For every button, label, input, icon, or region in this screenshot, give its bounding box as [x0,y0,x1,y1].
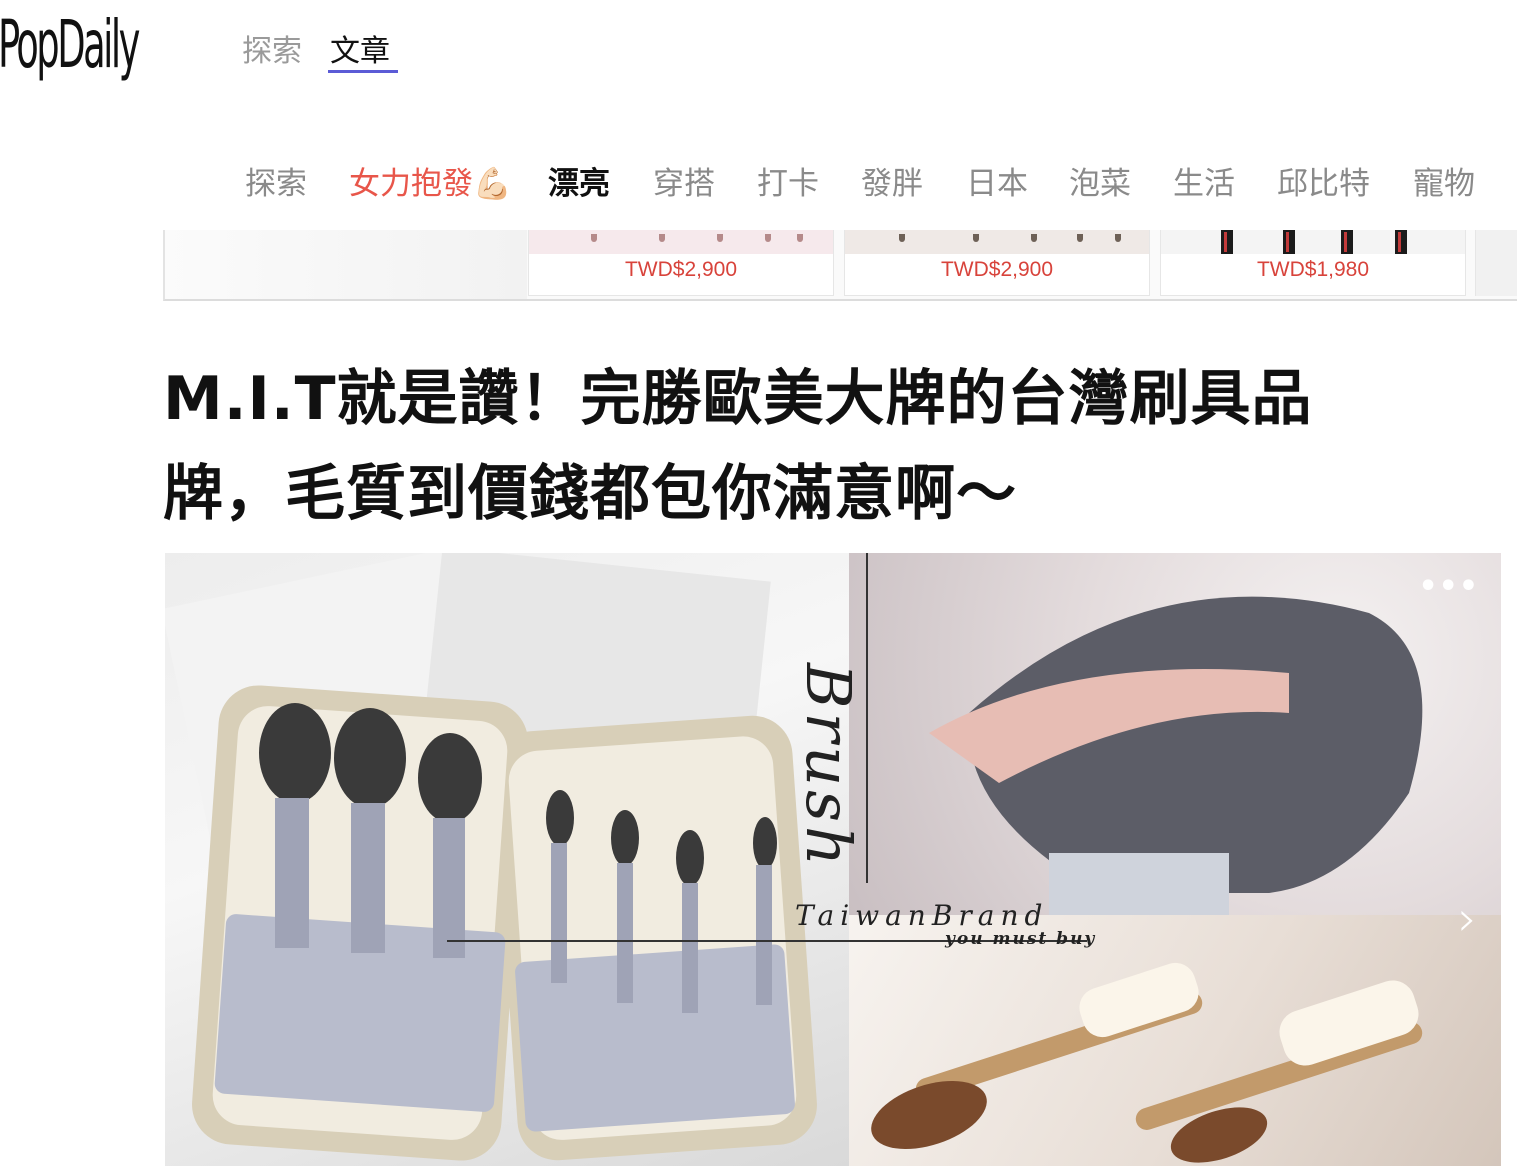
product-strip: TWD$2,900 TWD$2,900 TWD$1,980 [163,230,1517,301]
category-pets[interactable]: 寵物 [1413,158,1475,203]
category-nav: 探索 女力抱發💪🏻 漂亮 穿搭 打卡 發胖 日本 泡菜 生活 邱比特 寵物 [0,150,1517,210]
product-image [529,230,833,254]
category-women-power[interactable]: 女力抱發💪🏻 [349,158,512,203]
category-beauty[interactable]: 漂亮 [548,158,610,203]
strip-banner [165,230,527,299]
category-food[interactable]: 發胖 [861,158,923,203]
hero-brand-subtitle: you must buy [945,929,1097,949]
product-card[interactable]: TWD$1,980 [1160,230,1466,296]
article-title: M.I.T就是讚！完勝歐美大牌的台灣刷具品牌，毛質到價錢都包你滿意啊～ [163,364,1313,529]
carousel-next-icon[interactable]: › [1458,891,1477,947]
category-explore[interactable]: 探索 [245,158,307,203]
tab-explore[interactable]: 探索 [242,26,302,70]
top-header: PopDaily 探索 文章 [0,0,1517,100]
product-price: TWD$2,900 [940,258,1054,281]
product-image [1161,230,1465,254]
hero-image[interactable]: Brush TaiwanBrand you must buy ••• › [165,553,1501,1166]
brush-case-illustration [165,553,817,1161]
category-lifestyle[interactable]: 生活 [1173,158,1235,203]
brush-set-photo [849,915,1501,1166]
product-card[interactable]: TWD$2,900 [844,230,1150,296]
active-tab-indicator [328,70,398,73]
category-japan[interactable]: 日本 [966,158,1028,203]
product-price: TWD$1,980 [1256,258,1370,281]
category-cupid[interactable]: 邱比特 [1277,158,1370,203]
category-fashion[interactable]: 穿搭 [653,158,715,203]
product-price: TWD$2,900 [624,258,738,281]
category-checkin[interactable]: 打卡 [757,158,819,203]
hero-brand-title: TaiwanBrand [795,899,1049,932]
hero-divider-vertical [866,553,868,883]
product-image [845,230,1149,254]
product-card-partial[interactable] [1475,230,1517,296]
category-korea[interactable]: 泡菜 [1069,158,1131,203]
popdaily-logo[interactable]: PopDaily [0,6,140,83]
more-options-icon[interactable]: ••• [1418,572,1479,602]
brush-case-photo [165,553,849,1166]
hero-overlay-word: Brush [792,663,865,870]
brush-closeup-photo [849,553,1501,915]
product-card[interactable]: TWD$2,900 [528,230,834,296]
tab-articles[interactable]: 文章 [330,26,390,70]
